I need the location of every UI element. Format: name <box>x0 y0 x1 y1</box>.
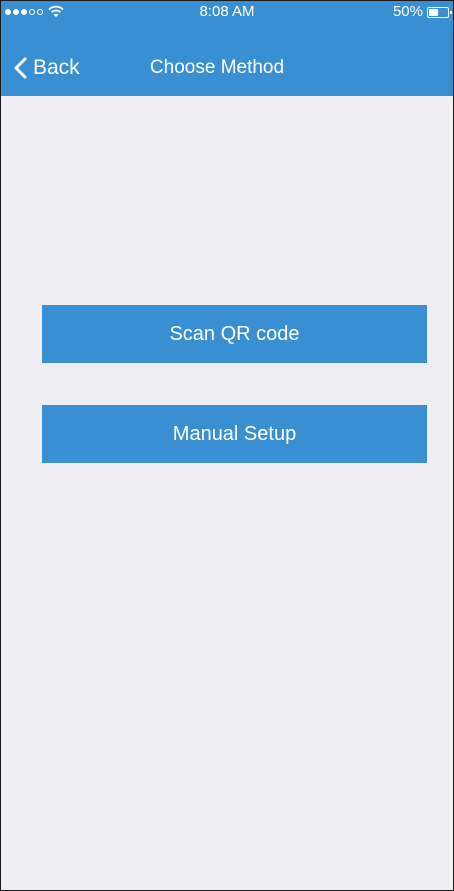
battery-percent: 50% <box>392 3 423 20</box>
navigation-bar: Back Choose Method <box>1 41 453 91</box>
battery-icon <box>427 6 452 18</box>
scan-qr-code-button[interactable]: Scan QR code <box>42 305 427 363</box>
battery-tip <box>450 10 452 14</box>
manual-setup-button[interactable]: Manual Setup <box>42 405 427 463</box>
status-time: 8:08 AM <box>199 3 255 20</box>
battery-indicator: 50% <box>392 1 452 23</box>
page-title: Choose Method <box>149 57 285 78</box>
battery-fill <box>429 8 438 16</box>
header-bar: 8:08 AM 50% Back Choose Method <box>1 1 453 96</box>
screen: 8:08 AM 50% Back Choose Method Scan QR c… <box>0 0 454 891</box>
status-bar: 8:08 AM 50% <box>1 1 453 23</box>
